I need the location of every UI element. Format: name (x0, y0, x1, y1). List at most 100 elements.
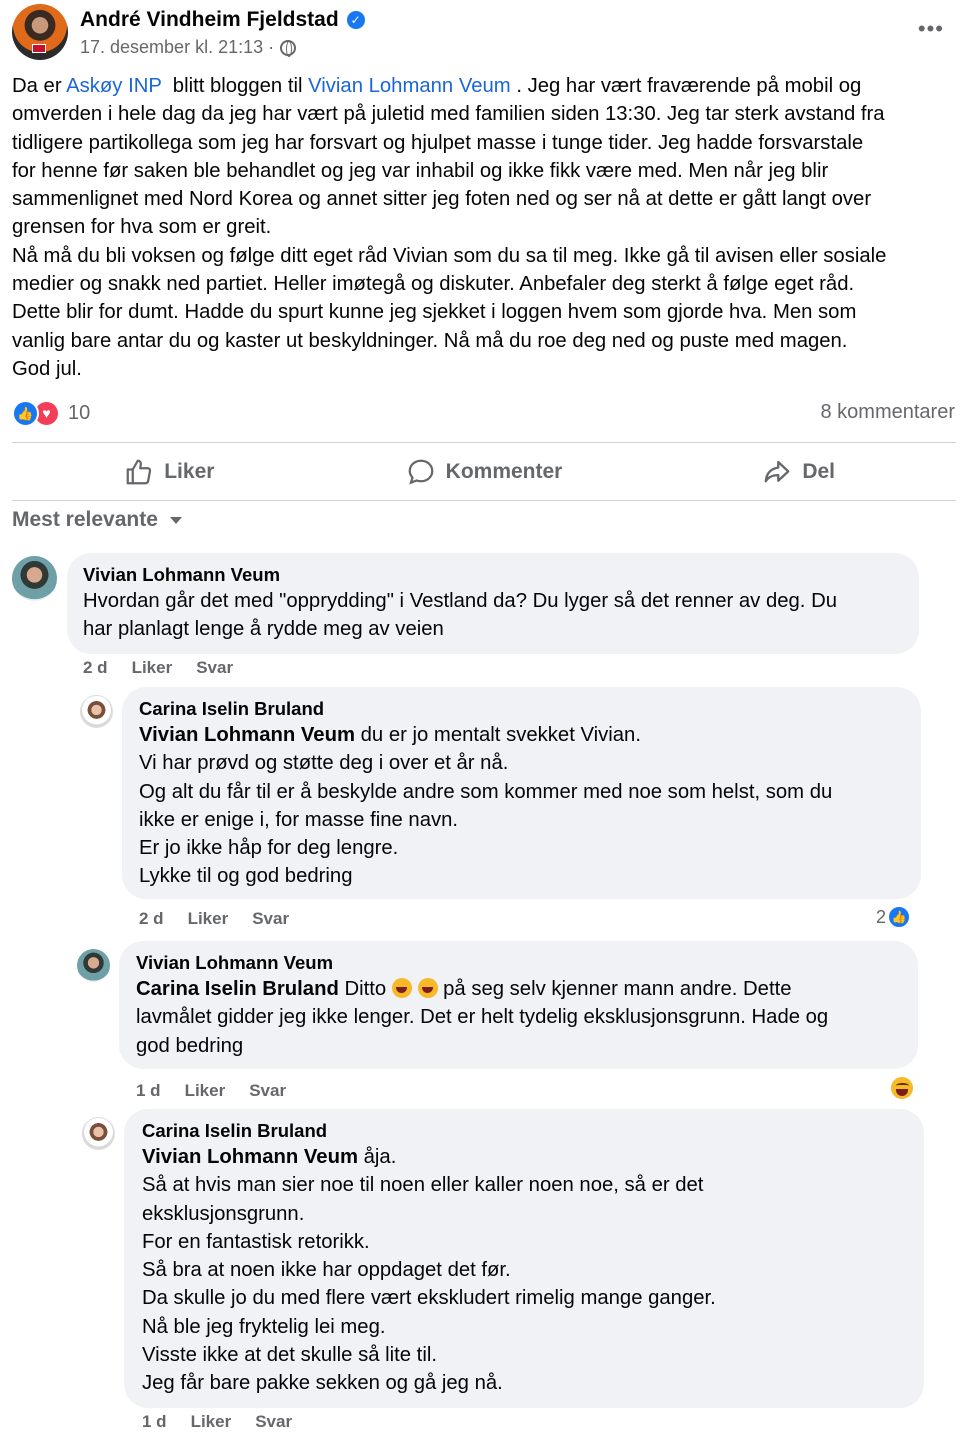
reaction-count[interactable]: 10 (68, 402, 90, 425)
comment-line: Da skulle jo du med flere vært ekskluder… (142, 1287, 716, 1310)
haha-reaction-icon[interactable] (889, 1075, 915, 1101)
globe-icon (280, 39, 297, 57)
post-body-line: tidligere partikollega som jeg har forsv… (12, 131, 864, 154)
post-text: Da er (12, 75, 67, 97)
comment-line: Så bra at noen ikke har oppdaget det før… (142, 1259, 511, 1282)
comment-line: eksklusjonsgrunn. (142, 1202, 305, 1225)
comment-line: lavmålet gidder jeg ikke lenger. Det er … (136, 1006, 829, 1029)
like-reaction-icon: 👍 (887, 905, 912, 929)
comment-button[interactable]: Kommenter (327, 444, 642, 500)
commenter-name[interactable]: Vivian Lohmann Veum (83, 564, 280, 586)
post-body: Da er Askøy INP blitt bloggen til Vivian… (12, 72, 952, 383)
comment-line: Lykke til og god bedring (139, 865, 353, 888)
action-bar: Liker Kommenter Del (12, 444, 956, 500)
comment-text: Carina Iselin Bruland Ditto på seg selv … (136, 975, 828, 1060)
comment-reply-button[interactable]: Svar (252, 909, 289, 929)
mention-link[interactable]: Vivian Lohmann Veum (139, 724, 355, 746)
comment-line: Og alt du får til er å beskylde andre so… (139, 780, 833, 803)
comment-line: Vivian Lohmann Veum du er jo mentalt sve… (139, 721, 832, 749)
comment-time[interactable]: 1 d (136, 1081, 161, 1101)
like-reaction-icon: 👍 (12, 399, 39, 427)
commenter-avatar[interactable] (12, 556, 57, 601)
post-meta: 17. desember kl. 21:13 · (80, 37, 297, 58)
comment-line: Vivian Lohmann Veum åja. (142, 1143, 716, 1171)
comment-line: For en fantastisk retorikk. (142, 1230, 370, 1253)
comment-reply-button[interactable]: Svar (249, 1081, 286, 1101)
comment-time[interactable]: 1 d (142, 1412, 167, 1432)
comment-like-button[interactable]: Liker (132, 658, 173, 678)
share-arrow-icon (764, 460, 790, 483)
comment-label: Kommenter (445, 460, 563, 483)
like-label: Liker (164, 460, 215, 483)
comment-text-part: Ditto (338, 978, 392, 1000)
group-link[interactable]: Askøy INP (66, 75, 161, 97)
comment-time[interactable]: 2 d (139, 909, 164, 929)
post-body-line: sammenlignet med Nord Korea og annet sit… (12, 188, 872, 211)
comment-line: har planlagt lenge å rydde meg av veien (83, 618, 444, 641)
author-avatar[interactable] (12, 4, 68, 60)
comment-like-button[interactable]: Liker (188, 909, 229, 929)
caret-down-icon (169, 516, 182, 524)
share-label: Del (802, 460, 836, 483)
comment-reply-button[interactable]: Svar (255, 1412, 292, 1432)
comment-line: Carina Iselin Bruland Ditto på seg selv … (136, 975, 828, 1003)
mention-link[interactable]: Vivian Lohmann Veum (142, 1146, 358, 1168)
sort-dropdown[interactable]: Mest relevante (12, 508, 182, 532)
comment-meta: 1 d Liker Svar (136, 1081, 286, 1101)
comment-reaction-count: 2 (876, 906, 887, 927)
reaction-summary[interactable]: 👍 ♥ 10 (12, 398, 90, 428)
sort-label: Mest relevante (12, 508, 158, 531)
divider (12, 442, 956, 443)
comment-text-part: åja. (358, 1146, 397, 1168)
comment-line: Hvordan går det med "opprydding" i Vestl… (83, 590, 837, 612)
comment-time[interactable]: 2 d (83, 658, 108, 678)
author-name[interactable]: André Vindheim Fjeldstad ✓ (80, 8, 365, 32)
comment-like-button[interactable]: Liker (191, 1412, 232, 1432)
commenter-name[interactable]: Carina Iselin Bruland (142, 1120, 327, 1142)
comment-text: Hvordan går det med "opprydding" i Vestl… (83, 587, 837, 644)
comment-like-button[interactable]: Liker (185, 1081, 226, 1101)
like-button[interactable]: Liker (12, 444, 327, 500)
author-name-text[interactable]: André Vindheim Fjeldstad (80, 8, 339, 32)
divider (12, 500, 956, 501)
comment-reply-button[interactable]: Svar (196, 658, 233, 678)
post-body-line: grensen for hva som er greit. (12, 216, 272, 239)
laughing-emoji-icon (417, 978, 438, 998)
comment-text: Vivian Lohmann Veum du er jo mentalt sve… (139, 721, 832, 891)
commenter-avatar[interactable] (80, 695, 113, 728)
comment-meta: 1 d Liker Svar (142, 1412, 292, 1432)
post-text: . Jeg har vært fraværende på mobil og (510, 75, 862, 97)
post-body-line: God jul. (12, 357, 82, 380)
comment-meta: 2 d Liker Svar (83, 658, 233, 678)
commenter-avatar[interactable] (77, 949, 110, 982)
post-body-line: vanlig bare antar du og kaster ut beskyl… (12, 329, 848, 352)
post-body-line: medier og snakk ned partiet. Heller imøt… (12, 273, 855, 296)
more-options-button[interactable]: ••• (918, 16, 944, 42)
post-header: André Vindheim Fjeldstad ✓ 17. desember … (12, 4, 952, 64)
speech-bubble-icon (408, 459, 434, 485)
flag-icon (32, 44, 46, 53)
comment-line: Vi har prøvd og støtte deg i over et år … (139, 752, 509, 775)
comment-count[interactable]: 8 kommentarer (821, 401, 956, 424)
commenter-avatar[interactable] (82, 1117, 115, 1150)
commenter-name[interactable]: Carina Iselin Bruland (139, 698, 324, 720)
comment-line: Jeg får bare pakke sekken og gå jeg nå. (142, 1372, 503, 1395)
comment-line: Er jo ikke håp for deg lengre. (139, 837, 399, 860)
profile-link[interactable]: Vivian Lohmann Veum (308, 75, 511, 97)
share-button[interactable]: Del (641, 444, 956, 500)
post-body-line: for henne før saken ble behandlet og jeg… (12, 159, 829, 182)
comment-reactions[interactable]: 2 👍 (876, 905, 912, 929)
post-body-line: Nå må du bli voksen og følge ditt eget r… (12, 244, 887, 267)
thumbs-up-icon (126, 459, 152, 485)
comment-line: Visste ikke at det skulle så lite til. (142, 1344, 437, 1367)
commenter-name[interactable]: Vivian Lohmann Veum (136, 952, 333, 974)
verified-badge-icon: ✓ (346, 11, 365, 29)
comment-text-part: på seg selv kjenner mann andre. Dette (437, 978, 792, 1000)
comment-line: ikke er enige i, for masse fine navn. (139, 808, 459, 831)
post-body-line: Da er Askøy INP blitt bloggen til Vivian… (12, 72, 952, 100)
mention-link[interactable]: Carina Iselin Bruland (136, 978, 339, 1000)
post-timestamp[interactable]: 17. desember kl. 21:13 · (80, 37, 274, 58)
comment-meta: 2 d Liker Svar (139, 909, 289, 929)
comment-text-part: du er jo mentalt svekket Vivian. (355, 724, 641, 746)
comment-text: Vivian Lohmann Veum åja. Så at hvis man … (142, 1143, 716, 1398)
